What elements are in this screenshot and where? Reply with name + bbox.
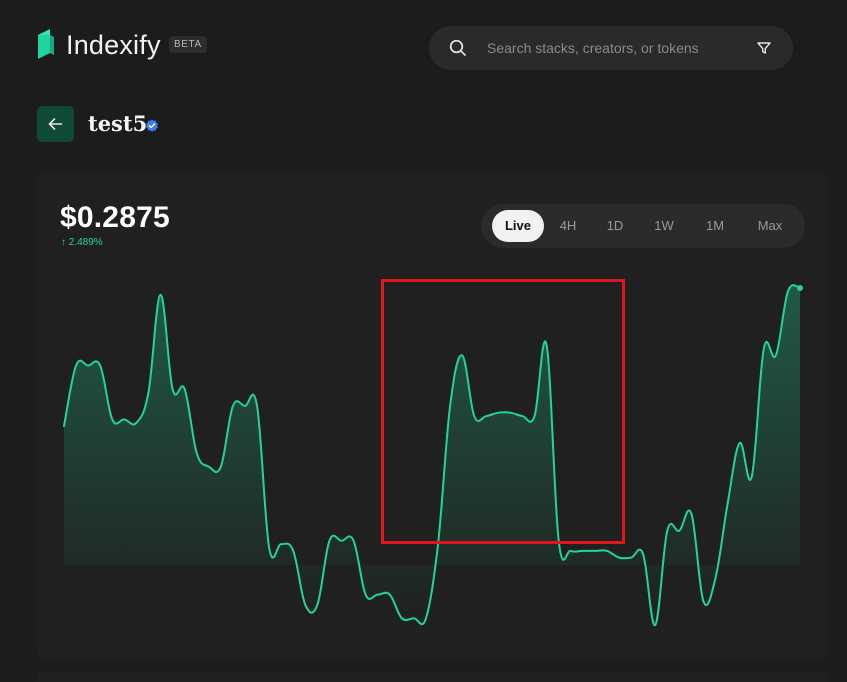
back-button[interactable] xyxy=(37,106,74,142)
verified-badge-icon xyxy=(146,119,158,132)
arrow-left-icon xyxy=(48,118,63,130)
beta-badge: BETA xyxy=(169,36,207,53)
highlight-box xyxy=(381,279,625,544)
search-icon xyxy=(449,39,466,56)
indexify-logo-icon[interactable] xyxy=(36,27,56,61)
filter-icon[interactable] xyxy=(756,40,772,56)
search-input[interactable] xyxy=(487,26,747,70)
chart-current-point xyxy=(797,285,803,291)
top-bar: Indexify BETA xyxy=(0,0,847,95)
search-bar[interactable] xyxy=(429,26,793,70)
stack-title: test5 xyxy=(88,111,148,136)
brand-name[interactable]: Indexify xyxy=(66,30,161,61)
next-card-edge xyxy=(37,672,828,682)
